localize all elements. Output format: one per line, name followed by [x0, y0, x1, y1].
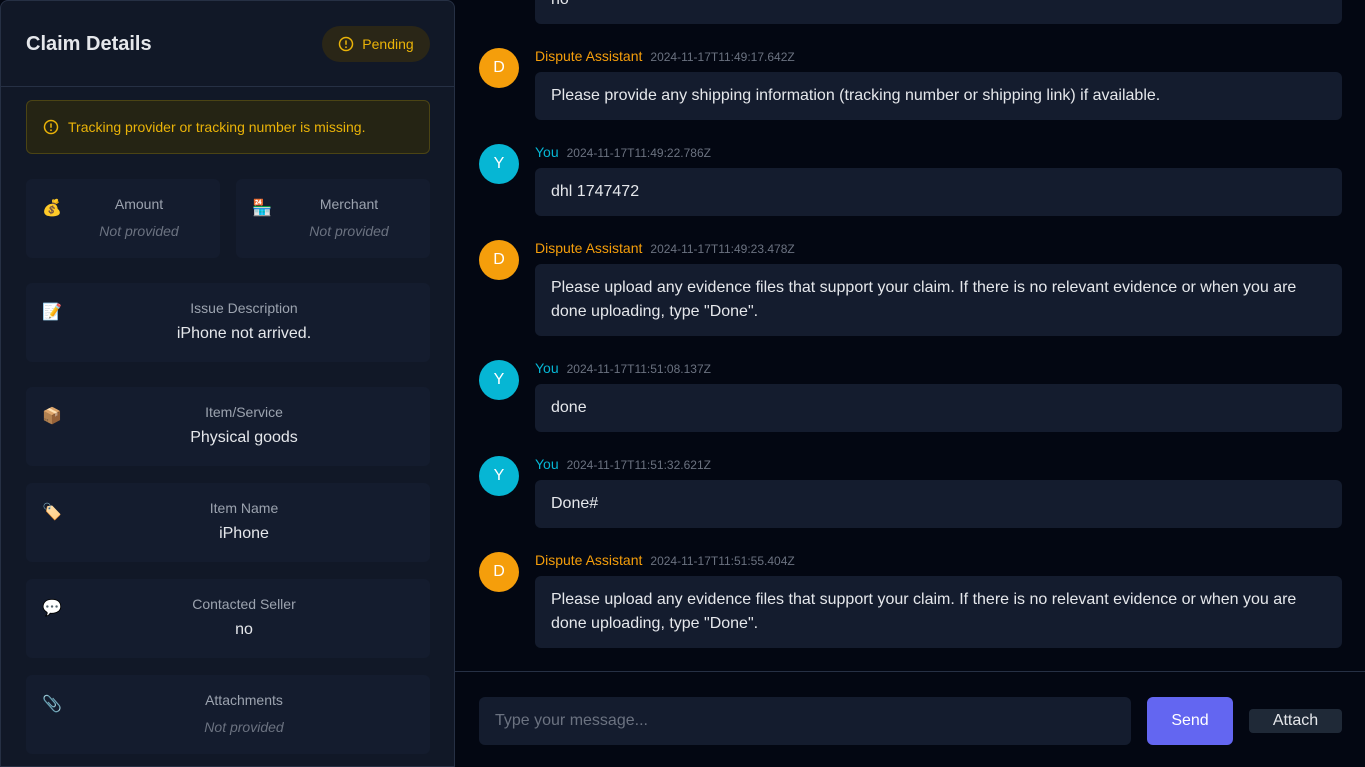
message-meta: You 2024-11-17T11:51:32.621Z — [535, 456, 711, 472]
message-assistant: D Dispute Assistant 2024-11-17T11:49:23.… — [479, 240, 1342, 336]
assistant-avatar: D — [479, 240, 519, 280]
sender-name: You — [535, 144, 559, 160]
item-service-card: 📦 Item/Service Physical goods — [26, 387, 430, 466]
status-label: Pending — [362, 36, 414, 52]
timestamp: 2024-11-17T11:51:55.404Z — [650, 554, 795, 568]
message-user: Y You 2024-11-17T11:51:08.137Z done — [479, 360, 1342, 432]
message-bubble: no — [535, 0, 1342, 24]
message-bubble: Please provide any shipping information … — [535, 72, 1342, 120]
message-composer: Send Attach — [455, 671, 1365, 767]
message-meta: Dispute Assistant 2024-11-17T11:49:23.47… — [535, 240, 795, 256]
status-badge: Pending — [322, 26, 430, 62]
message-assistant: D Dispute Assistant 2024-11-17T11:49:17.… — [479, 48, 1342, 120]
panel-header: Claim Details Pending — [1, 1, 454, 87]
message-user: Y You 2024-11-17T11:51:32.621Z Done# — [479, 456, 1342, 528]
message-meta: Dispute Assistant 2024-11-17T11:51:55.40… — [535, 552, 795, 568]
timestamp: 2024-11-17T11:49:17.642Z — [650, 50, 795, 64]
amount-label: Amount — [114, 196, 164, 212]
sender-name: You — [535, 360, 559, 376]
message-bubble: Please upload any evidence files that su… — [535, 264, 1342, 336]
contacted-seller-card: 💬 Contacted Seller no — [26, 579, 430, 658]
attach-button[interactable]: Attach — [1249, 709, 1342, 733]
amount-card: 💰 Amount Not provided — [26, 179, 220, 258]
sender-name: Dispute Assistant — [535, 48, 643, 64]
message-meta: You 2024-11-17T11:49:22.786Z — [535, 144, 711, 160]
claim-details-panel: Claim Details Pending Tracking provider … — [0, 0, 455, 767]
item-service-value: Physical goods — [190, 429, 298, 446]
issue-description-card: 📝 Issue Description iPhone not arrived. — [26, 283, 430, 362]
attachments-label: Attachments — [205, 692, 283, 708]
assistant-avatar: D — [479, 48, 519, 88]
assistant-avatar: D — [479, 552, 519, 592]
panel-title: Claim Details — [26, 33, 152, 55]
missing-tracking-warning: Tracking provider or tracking number is … — [26, 100, 430, 154]
sender-name: Dispute Assistant — [535, 240, 643, 256]
alert-circle-icon — [43, 119, 59, 135]
user-avatar: Y — [479, 456, 519, 496]
message-bubble: Done# — [535, 480, 1342, 528]
item-name-label: Item Name — [209, 500, 279, 516]
message-input[interactable] — [479, 697, 1131, 745]
item-name-value: iPhone — [219, 525, 269, 542]
message-bubble: done — [535, 384, 1342, 432]
merchant-value: Not provided — [309, 223, 389, 239]
message-bubble: dhl 1747472 — [535, 168, 1342, 216]
timestamp: 2024-11-17T11:49:23.478Z — [650, 242, 795, 256]
merchant-label: Merchant — [319, 196, 379, 212]
alert-circle-icon — [338, 36, 354, 52]
sender-name: You — [535, 456, 559, 472]
attachments-card: 📎 Attachments Not provided — [26, 675, 430, 754]
message-bubble: Please upload any evidence files that su… — [535, 576, 1342, 648]
warning-text: Tracking provider or tracking number is … — [68, 119, 366, 135]
timestamp: 2024-11-17T11:49:22.786Z — [566, 146, 711, 160]
contacted-seller-label: Contacted Seller — [192, 596, 296, 612]
contacted-seller-value: no — [235, 621, 253, 638]
message-assistant: D Dispute Assistant 2024-11-17T11:51:55.… — [479, 552, 1342, 648]
message-user: Y You 2024-11-17T11:49:22.786Z dhl 17474… — [479, 144, 1342, 216]
app: Claim Details Pending Tracking provider … — [0, 0, 1365, 767]
message-meta: Dispute Assistant 2024-11-17T11:49:17.64… — [535, 48, 795, 64]
attachments-value: Not provided — [204, 719, 284, 735]
send-button[interactable]: Send — [1147, 697, 1233, 745]
timestamp: 2024-11-17T11:51:08.137Z — [566, 362, 711, 376]
message-partial: no — [479, 0, 1342, 24]
timestamp: 2024-11-17T11:51:32.621Z — [566, 458, 711, 472]
message-meta: You 2024-11-17T11:51:08.137Z — [535, 360, 711, 376]
chat-message-list[interactable]: no D Dispute Assistant 2024-11-17T11:49:… — [455, 0, 1365, 671]
user-avatar: Y — [479, 144, 519, 184]
amount-value: Not provided — [99, 223, 179, 239]
issue-description-value: iPhone not arrived. — [176, 325, 312, 342]
item-name-card: 🏷️ Item Name iPhone — [26, 483, 430, 562]
item-service-label: Item/Service — [205, 404, 283, 420]
user-avatar: Y — [479, 360, 519, 400]
issue-description-label: Issue Description — [190, 300, 298, 316]
sender-name: Dispute Assistant — [535, 552, 643, 568]
merchant-card: 🏪 Merchant Not provided — [236, 179, 430, 258]
